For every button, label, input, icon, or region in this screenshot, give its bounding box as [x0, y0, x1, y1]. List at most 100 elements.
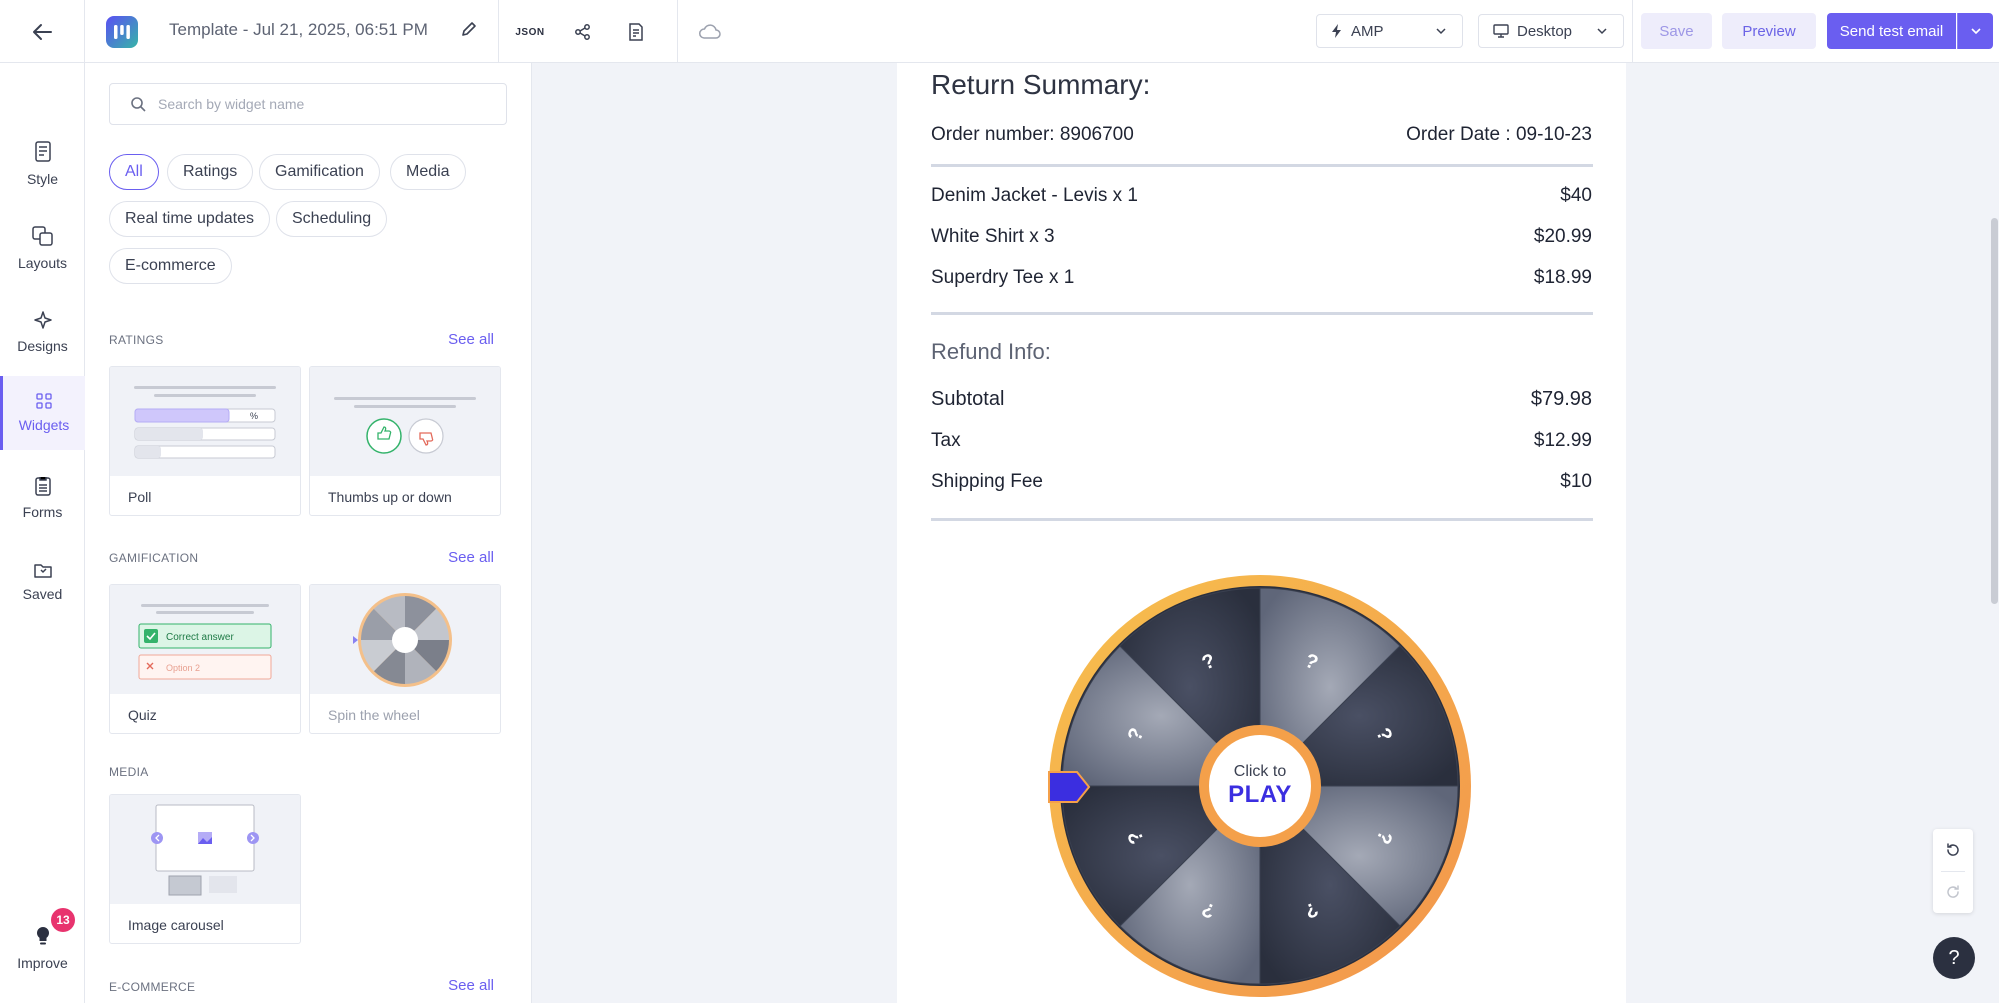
- section-title-ecommerce: E-COMMERCE: [109, 980, 196, 994]
- layouts-icon: [31, 226, 53, 246]
- play-button[interactable]: Click to PLAY: [1199, 725, 1321, 847]
- see-all-ecommerce[interactable]: See all: [448, 977, 494, 994]
- rail-label: Layouts: [17, 255, 68, 271]
- lightbulb-icon: [36, 926, 49, 945]
- json-button[interactable]: JSON: [512, 14, 548, 50]
- search-icon: [131, 97, 146, 112]
- card-label: Thumbs up or down: [328, 489, 452, 505]
- refund-label: Shipping Fee: [931, 471, 1043, 492]
- spin-wheel-thumbnail: [310, 585, 500, 694]
- card-label: Quiz: [128, 707, 157, 723]
- email-preview[interactable]: Return Summary: Order number: 8906700 Or…: [897, 63, 1626, 1003]
- pointer-icon: [1048, 771, 1091, 803]
- divider: [677, 0, 678, 63]
- top-bar: Template - Jul 21, 2025, 06:51 PM JSON A…: [0, 0, 1999, 63]
- monitor-icon: [1493, 24, 1509, 38]
- save-button[interactable]: Save: [1641, 13, 1712, 49]
- widget-card-quiz[interactable]: Correct answer Option 2 Quiz: [109, 584, 301, 734]
- back-button[interactable]: [0, 0, 85, 63]
- logo-mark-icon: [114, 25, 130, 39]
- see-all-gamification[interactable]: See all: [448, 549, 494, 566]
- left-rail: Style Layouts Designs Widgets Forms Save…: [0, 63, 85, 1003]
- search-input[interactable]: [158, 96, 478, 112]
- editor-canvas: Return Summary: Order number: 8906700 Or…: [532, 63, 1999, 1003]
- item-price: $20.99: [1533, 226, 1592, 247]
- card-label: Spin the wheel: [328, 707, 420, 723]
- filter-chip-ratings[interactable]: Ratings: [167, 154, 254, 190]
- widgets-icon: [36, 393, 52, 409]
- widget-card-poll[interactable]: % Poll: [109, 366, 301, 516]
- filter-chip-all[interactable]: All: [109, 154, 159, 190]
- play-button-line2: PLAY: [1228, 781, 1292, 808]
- spin-wheel[interactable]: ???????? Click to PLAY: [1047, 573, 1473, 999]
- rename-button[interactable]: [460, 20, 478, 43]
- filter-chip-real-time-updates[interactable]: Real time updates: [109, 201, 270, 237]
- card-label: Image carousel: [128, 917, 224, 933]
- format-select[interactable]: AMP: [1316, 14, 1463, 48]
- document-icon: [34, 141, 51, 162]
- send-options-button[interactable]: [1957, 13, 1993, 49]
- line-item: White Shirt x 3 $20.99: [931, 226, 1592, 248]
- filter-chip-media[interactable]: Media: [390, 154, 466, 190]
- item-price: $18.99: [1533, 267, 1592, 288]
- history-controls: [1933, 829, 1973, 913]
- device-select[interactable]: Desktop: [1478, 14, 1624, 48]
- help-button[interactable]: ?: [1933, 937, 1975, 979]
- json-label: JSON: [515, 26, 545, 38]
- order-info-row: Order number: 8906700 Order Date : 09-10…: [931, 124, 1592, 146]
- poll-percent-text: %: [250, 411, 258, 421]
- lightning-icon: [1332, 24, 1341, 38]
- quiz-thumbnail: Correct answer Option 2: [110, 585, 300, 694]
- scrollbar-thumb[interactable]: [1991, 218, 1998, 604]
- refund-row: Tax $12.99: [931, 430, 1592, 452]
- rail-item-designs[interactable]: Designs: [0, 295, 85, 369]
- see-all-ratings[interactable]: See all: [448, 331, 494, 348]
- pencil-icon: [462, 22, 476, 36]
- filter-chip-gamification[interactable]: Gamification: [259, 154, 380, 190]
- play-button-line1: Click to: [1233, 763, 1287, 780]
- poll-preview-icon: %: [134, 386, 276, 459]
- line-item: Denim Jacket - Levis x 1 $40: [931, 185, 1592, 207]
- wheel-pointer: [1047, 770, 1091, 809]
- section-title-gamification: GAMIFICATION: [109, 551, 199, 565]
- undo-button[interactable]: [1933, 829, 1973, 871]
- form-icon: [34, 477, 51, 496]
- rail-label: Saved: [22, 586, 63, 602]
- divider: [931, 312, 1593, 315]
- rail-item-widgets[interactable]: Widgets: [0, 376, 85, 450]
- template-title[interactable]: Template - Jul 21, 2025, 06:51 PM: [169, 20, 428, 40]
- rail-item-forms[interactable]: Forms: [0, 461, 85, 535]
- improve-label: Improve: [17, 955, 68, 971]
- refund-label: Subtotal: [931, 388, 1005, 410]
- order-number: Order number: 8906700: [931, 124, 1134, 145]
- refund-amount: $79.98: [1530, 388, 1592, 410]
- send-test-email-button[interactable]: Send test email: [1827, 13, 1956, 49]
- carousel-preview-icon: [151, 804, 259, 896]
- divider: [498, 0, 499, 63]
- carousel-thumbnail: [110, 795, 300, 904]
- filter-chip-e-commerce[interactable]: E-commerce: [109, 248, 232, 284]
- rail-label: Style: [26, 171, 59, 187]
- rail-item-style[interactable]: Style: [0, 127, 85, 201]
- redo-button[interactable]: [1933, 871, 1973, 913]
- refund-row: Shipping Fee $10: [931, 471, 1592, 493]
- widget-card-spin-wheel[interactable]: Spin the wheel: [309, 584, 501, 734]
- filter-chip-scheduling[interactable]: Scheduling: [276, 201, 388, 237]
- cloud-icon: [699, 24, 721, 39]
- rail-item-layouts[interactable]: Layouts: [0, 211, 85, 285]
- rail-item-saved[interactable]: Saved: [0, 545, 85, 619]
- quiz-preview-icon: Correct answer Option 2: [138, 604, 272, 680]
- widget-card-thumbs[interactable]: Thumbs up or down: [309, 366, 501, 516]
- notification-badge: 13: [51, 908, 75, 932]
- widget-panel: All Ratings Gamification Media Real time…: [85, 63, 532, 1003]
- redo-icon: [1947, 885, 1959, 898]
- preview-button[interactable]: Preview: [1722, 13, 1816, 49]
- export-button[interactable]: [618, 14, 654, 50]
- question-mark-icon: ?: [1948, 946, 1960, 969]
- share-button[interactable]: [565, 14, 601, 50]
- improve-button[interactable]: Improve 13: [0, 903, 85, 993]
- rail-label: Forms: [22, 504, 63, 520]
- document-export-icon: [629, 23, 643, 41]
- widget-card-image-carousel[interactable]: Image carousel: [109, 794, 301, 944]
- divider: [931, 164, 1593, 167]
